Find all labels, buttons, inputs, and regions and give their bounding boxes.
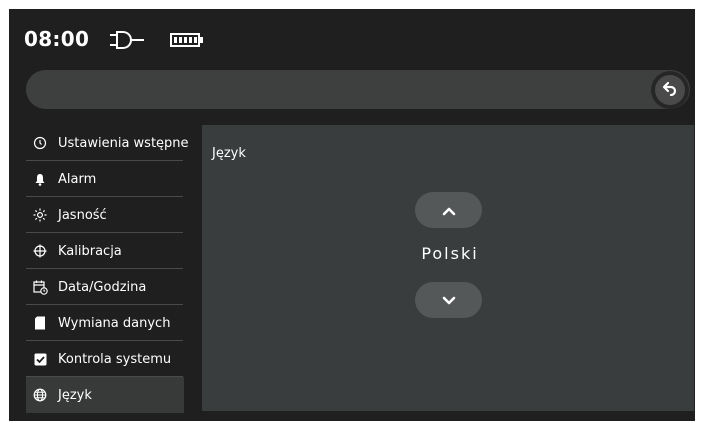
chevron-up-icon: [442, 201, 456, 220]
checkbox-icon: [32, 351, 48, 367]
sidebar-item-alarm[interactable]: Alarm: [26, 161, 202, 197]
sidebar-item-label: Język: [58, 387, 92, 403]
back-button[interactable]: [651, 71, 689, 109]
status-time: 08:00: [24, 27, 90, 51]
sidebar-item-label: Kalibracja: [58, 243, 122, 259]
battery-icon: [170, 32, 204, 51]
language-panel: Język Polski: [202, 125, 694, 411]
sidebar-item-label: Kontrola systemu: [58, 351, 172, 367]
calendar-clock-icon: [32, 279, 48, 295]
bell-icon: [32, 171, 48, 187]
sidebar-item-calibration[interactable]: Kalibracja: [26, 233, 202, 269]
sd-card-icon: [32, 315, 48, 331]
sidebar-item-label: Jasność: [58, 207, 107, 223]
header-bar: [26, 70, 690, 109]
chevron-down-icon: [442, 291, 456, 310]
language-down-button[interactable]: [415, 282, 482, 318]
plug-icon: [108, 30, 146, 54]
globe-icon: [32, 387, 48, 403]
sidebar-item-system-check[interactable]: Kontrola systemu: [26, 341, 202, 377]
sidebar-item-data-exchange[interactable]: Wymiana danych: [26, 305, 202, 341]
sidebar-item-language[interactable]: Język: [26, 377, 184, 413]
sidebar-item-label: Ustawienia wstępne: [58, 135, 189, 151]
language-value: Polski: [421, 244, 479, 263]
crosshair-icon: [32, 243, 48, 259]
sidebar-item-label: Data/Godzina: [58, 279, 147, 295]
back-arrow-icon: [662, 80, 678, 100]
sidebar-item-label: Alarm: [58, 171, 97, 187]
sidebar-item-brightness[interactable]: Jasność: [26, 197, 202, 233]
sidebar-item-label: Wymiana danych: [58, 315, 171, 331]
panel-title: Język: [212, 146, 246, 161]
sun-icon: [32, 207, 48, 223]
language-up-button[interactable]: [415, 192, 482, 228]
sidebar-item-date-time[interactable]: Data/Godzina: [26, 269, 202, 305]
timer-icon: [32, 135, 48, 151]
sidebar-item-presets[interactable]: Ustawienia wstępne: [26, 125, 202, 161]
